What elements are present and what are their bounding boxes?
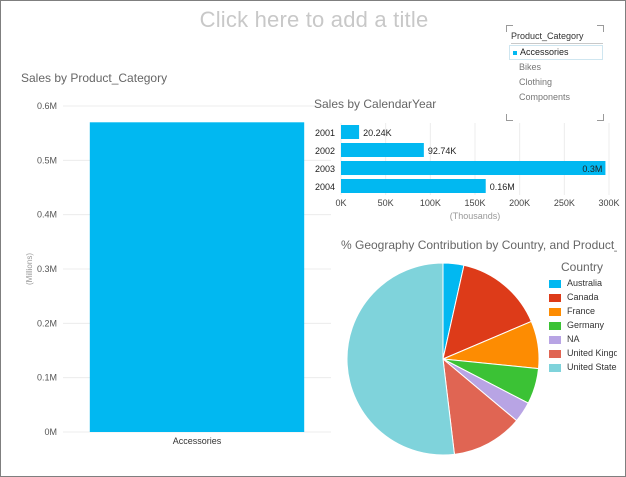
x-tick-label: 50K [378,198,394,208]
x-tick-label: 200K [509,198,530,208]
bar-chart[interactable]: 0K 50K 100K 150K 200K 250K 300K (Thousands) 2001… [301,113,626,225]
pie-legend: Country Australia Canada France Germany … [547,260,617,375]
bar[interactable] [341,143,424,157]
slicer-item-accessories[interactable]: Accessories [509,45,603,60]
y-tick-label: 0.4M [37,210,57,220]
y-tick-label: 2002 [315,146,335,156]
pie-chart[interactable] [337,257,547,461]
x-tick-label: 250K [554,198,575,208]
y-tick-label: 0.6M [37,101,57,111]
legend-item[interactable]: Canada [547,291,617,305]
y-tick-label: 2003 [315,164,335,174]
legend-label: Australia [567,278,603,288]
legend-swatch [549,350,561,358]
report-canvas: Click here to add a title Sales by Produ… [0,0,626,477]
data-label: 20.24K [363,128,392,138]
data-label: 0.16M [490,182,515,192]
bar[interactable] [341,179,486,193]
column-chart-title: Sales by Product_Category [21,71,168,85]
legend-swatch [549,294,561,302]
y-tick-label: 0.5M [37,155,57,165]
legend-label: Germany [567,320,605,330]
legend-title: Country [561,260,604,274]
legend-swatch [549,308,561,316]
legend-label: France [567,306,596,316]
slicer-item-components[interactable]: Components [509,90,603,105]
x-tick-label: 100K [420,198,441,208]
legend-label: United States [567,362,617,372]
legend-item[interactable]: Germany [547,319,617,333]
bar[interactable] [341,125,360,139]
x-tick-label: Accessories [173,436,222,446]
legend-item[interactable]: Australia [547,277,617,291]
legend-item[interactable]: NA [547,333,617,347]
y-tick-label: 2004 [315,182,335,192]
bar[interactable] [341,161,606,175]
legend-swatch [549,322,561,330]
y-tick-label: 0.3M [37,264,57,274]
column-chart[interactable]: 0M 0.1M 0.2M 0.3M 0.4M 0.5M 0.6M (Millions) Acce… [1,91,341,451]
y-tick-label: 0.1M [37,373,57,383]
x-tick-label: 300K [598,198,619,208]
legend-item[interactable]: United Kingdom [547,347,617,361]
legend-swatch [549,336,561,344]
x-tick-label: 0K [335,198,346,208]
slicer-corner [597,114,604,121]
x-tick-label: 150K [464,198,485,208]
legend-label: NA [567,334,580,344]
legend-swatch [549,364,561,372]
y-axis-title: (Millions) [25,253,34,285]
slicer-item-clothing[interactable]: Clothing [509,75,603,90]
legend-item[interactable]: France [547,305,617,319]
bar[interactable] [89,122,305,433]
slicer-corner [506,114,513,121]
y-tick-label: 0M [44,427,57,437]
pie-chart-title: % Geography Contribution by Country, and… [341,238,617,252]
product-category-slicer[interactable]: Product_Category Accessories Bikes Cloth… [506,25,604,121]
legend-label: Canada [567,292,599,302]
y-tick-label: 2001 [315,128,335,138]
data-label: 92.74K [428,146,457,156]
legend-item[interactable]: United States [547,361,617,375]
slicer-item-bikes[interactable]: Bikes [509,60,603,75]
y-tick-label: 0.2M [37,318,57,328]
bar-chart-title: Sales by CalendarYear [314,97,437,111]
x-axis-title: (Thousands) [450,211,501,221]
data-label: 0.3M [582,164,602,174]
slicer-header: Product_Category [511,31,603,44]
pie-slice[interactable] [346,262,455,456]
legend-swatch [549,280,561,288]
legend-label: United Kingdom [567,348,617,358]
slicer-list: Accessories Bikes Clothing Components [509,45,603,105]
